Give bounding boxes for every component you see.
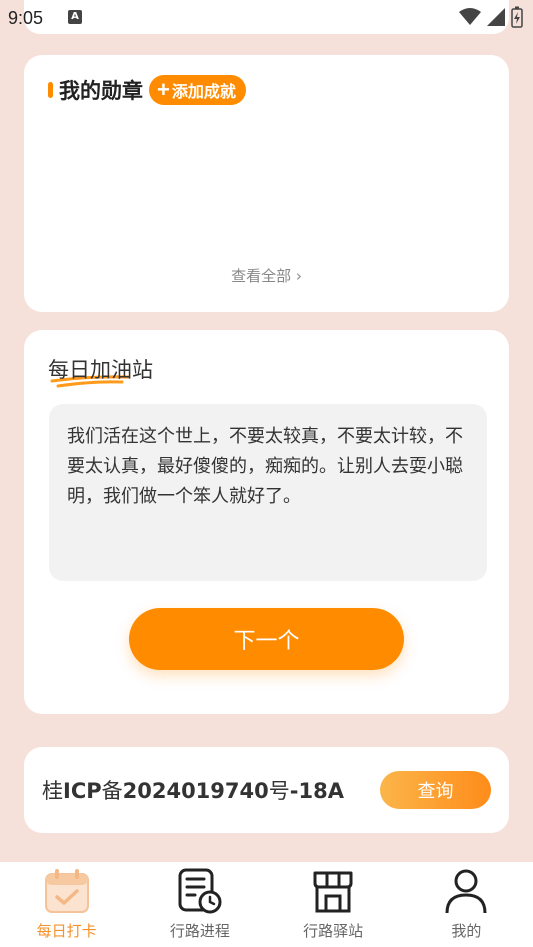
- nav-label: 我的: [451, 922, 482, 940]
- icp-code: ICP: [63, 779, 102, 803]
- status-icons: [459, 6, 523, 28]
- medals-title: 我的勋章: [59, 79, 143, 103]
- next-quote-button[interactable]: 下一个: [129, 608, 404, 670]
- view-all-link[interactable]: 查看全部 ›: [24, 265, 509, 286]
- nav-label: 行路驿站: [303, 922, 364, 940]
- plus-icon: +: [157, 77, 170, 102]
- icp-prefix: 桂: [42, 779, 63, 803]
- icp-mid: 备: [101, 779, 123, 803]
- notification-icon: A: [68, 10, 82, 24]
- status-time: 9:05: [8, 8, 44, 28]
- nav-item-progress[interactable]: 行路进程: [133, 862, 266, 947]
- store-icon: [309, 866, 357, 916]
- wifi-icon: [459, 8, 481, 25]
- signal-icon: [487, 8, 505, 26]
- medals-header: 我的勋章 + 添加成就: [48, 75, 246, 105]
- medals-card: 我的勋章 + 添加成就 查看全部 ›: [24, 55, 509, 312]
- nav-label: 行路进程: [169, 922, 230, 940]
- person-icon: [442, 866, 490, 916]
- title-accent-bar: [48, 82, 53, 98]
- daily-cheer-card: 每日加油站 我们活在这个世上，不要太较真，不要太计较，不要太认真，最好傻傻的，痴…: [24, 330, 509, 714]
- document-clock-icon: [176, 866, 224, 916]
- calendar-check-icon: [43, 866, 91, 916]
- nav-item-me[interactable]: 我的: [400, 862, 533, 947]
- nav-label: 每日打卡: [36, 922, 97, 940]
- icp-digits: 2024019740: [122, 779, 269, 803]
- bottom-nav: 每日打卡 行路进程 行路驿站 我的: [0, 862, 533, 947]
- add-achievement-button[interactable]: + 添加成就: [149, 75, 246, 105]
- add-achievement-label: 添加成就: [171, 84, 236, 101]
- nav-item-station[interactable]: 行路驿站: [267, 862, 400, 947]
- cheer-title: 每日加油站: [48, 358, 153, 382]
- view-all-label: 查看全部: [231, 267, 292, 285]
- query-button[interactable]: 查询: [380, 771, 491, 809]
- icp-suffix-char: 号: [268, 779, 290, 803]
- icp-number: 桂ICP备2024019740号-18A: [42, 775, 344, 805]
- icp-card: 桂ICP备2024019740号-18A 查询: [24, 747, 509, 833]
- icp-suffix: -18A: [289, 779, 344, 803]
- chevron-right-icon: ›: [295, 267, 302, 285]
- nav-item-daily-checkin[interactable]: 每日打卡: [0, 862, 133, 947]
- battery-icon: [511, 6, 523, 28]
- quote-box: 我们活在这个世上，不要太较真，不要太计较，不要太认真，最好傻傻的，痴痴的。让别人…: [49, 404, 487, 581]
- status-bar: 9:05 A: [0, 0, 533, 36]
